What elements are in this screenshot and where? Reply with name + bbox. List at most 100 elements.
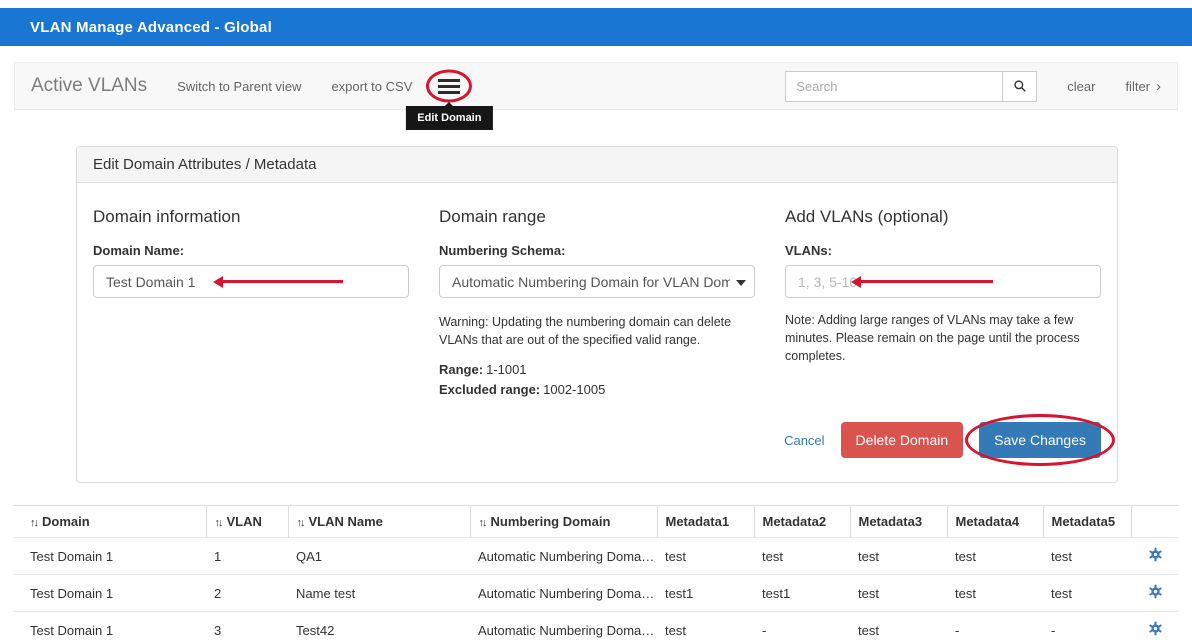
gear-icon	[1148, 547, 1163, 562]
cancel-link[interactable]: Cancel	[784, 433, 824, 448]
domain-information-section: Domain information Domain Name:	[93, 201, 409, 402]
cell-vlan: 1	[206, 538, 288, 575]
panel-actions: Cancel Delete Domain Save Changes	[93, 422, 1101, 458]
row-settings-button[interactable]	[1148, 621, 1163, 636]
domain-name-input[interactable]	[93, 265, 409, 298]
vlans-note-text: Note: Adding large ranges of VLANs may t…	[785, 311, 1090, 365]
header-metadata1: Metadata1	[657, 506, 754, 538]
header-vlan[interactable]: ↑↓VLAN	[206, 506, 288, 538]
cell-metadata1: test1	[657, 575, 754, 612]
cell-metadata4: test	[947, 538, 1043, 575]
cell-metadata5: test	[1043, 575, 1131, 612]
cell-vlan: 3	[206, 612, 288, 643]
panel-title: Edit Domain Attributes / Metadata	[77, 147, 1117, 183]
header-vlan-name[interactable]: ↑↓VLAN Name	[288, 506, 470, 538]
header-domain[interactable]: ↑↓Domain	[14, 506, 206, 538]
cell-metadata3: test	[850, 575, 947, 612]
cell-vlan-name: Test42	[288, 612, 470, 643]
cell-metadata5: -	[1043, 612, 1131, 643]
excluded-range-value: 1002-1005	[543, 382, 605, 397]
chevron-right-icon: ›	[1156, 79, 1161, 94]
cell-vlan-name: QA1	[288, 538, 470, 575]
cell-metadata4: -	[947, 612, 1043, 643]
save-changes-button[interactable]: Save Changes	[979, 422, 1101, 458]
cell-metadata1: test	[657, 612, 754, 643]
page: VLAN Manage Advanced - Global Active VLA…	[0, 0, 1192, 643]
header-actions	[1131, 506, 1178, 538]
cell-metadata4: test	[947, 575, 1043, 612]
add-vlans-heading: Add VLANs (optional)	[785, 207, 1101, 227]
export-csv-link[interactable]: export to CSV	[331, 79, 412, 94]
cell-vlan: 2	[206, 575, 288, 612]
delete-domain-button[interactable]: Delete Domain	[841, 422, 964, 458]
cell-metadata1: test	[657, 538, 754, 575]
numbering-schema-label: Numbering Schema:	[439, 243, 755, 258]
cell-metadata2: test1	[754, 575, 850, 612]
vlan-table: ↑↓Domain ↑↓VLAN ↑↓VLAN Name ↑↓Numbering …	[14, 505, 1178, 643]
edit-domain-menu-button[interactable]: Edit Domain	[438, 79, 460, 94]
row-settings-button[interactable]	[1148, 547, 1163, 562]
hamburger-icon	[438, 79, 460, 94]
search-button[interactable]	[1003, 71, 1037, 102]
vlans-label: VLANs:	[785, 243, 1101, 258]
header-metadata3: Metadata3	[850, 506, 947, 538]
gear-icon	[1148, 621, 1163, 636]
cell-metadata3: test	[850, 612, 947, 643]
sort-icon: ↑↓	[297, 517, 304, 529]
excluded-range-label: Excluded range:	[439, 382, 540, 397]
header-numbering-domain[interactable]: ↑↓Numbering Domain	[470, 506, 657, 538]
cell-metadata2: test	[754, 538, 850, 575]
clear-link[interactable]: clear	[1067, 79, 1095, 94]
excluded-range-line: Excluded range:1002-1005	[439, 382, 755, 397]
cell-numbering-domain: Automatic Numbering Doma…	[470, 612, 657, 643]
domain-name-label: Domain Name:	[93, 243, 409, 258]
panel-body: Domain information Domain Name: Domain r…	[77, 183, 1117, 482]
numbering-schema-select[interactable]: Automatic Numbering Domain for VLAN Doma	[439, 265, 755, 298]
cell-numbering-domain: Automatic Numbering Doma…	[470, 538, 657, 575]
domain-information-heading: Domain information	[93, 207, 409, 227]
edit-domain-tooltip: Edit Domain	[406, 106, 492, 130]
search-icon	[1013, 79, 1027, 93]
cell-numbering-domain: Automatic Numbering Doma…	[470, 575, 657, 612]
tooltip-label: Edit Domain	[417, 112, 481, 124]
numbering-warning-text: Warning: Updating the numbering domain c…	[439, 313, 755, 349]
cell-domain: Test Domain 1	[14, 538, 206, 575]
cell-vlan-name: Name test	[288, 575, 470, 612]
sort-icon: ↑↓	[215, 517, 222, 529]
filter-link[interactable]: filter ›	[1125, 79, 1161, 94]
table-header-row: ↑↓Domain ↑↓VLAN ↑↓VLAN Name ↑↓Numbering …	[14, 506, 1178, 538]
search-input[interactable]	[785, 71, 1003, 102]
table-row: Test Domain 1 2 Name test Automatic Numb…	[14, 575, 1178, 612]
search-group	[785, 71, 1037, 102]
sort-icon: ↑↓	[30, 517, 37, 529]
row-settings-button[interactable]	[1148, 584, 1163, 599]
edit-domain-panel: Edit Domain Attributes / Metadata Domain…	[76, 146, 1118, 483]
header-metadata5: Metadata5	[1043, 506, 1131, 538]
header-metadata2: Metadata2	[754, 506, 850, 538]
domain-range-heading: Domain range	[439, 207, 755, 227]
switch-parent-view-link[interactable]: Switch to Parent view	[177, 79, 301, 94]
cell-metadata2: -	[754, 612, 850, 643]
domain-range-section: Domain range Numbering Schema: Automatic…	[439, 201, 755, 402]
sort-icon: ↑↓	[479, 517, 486, 529]
numbering-schema-value: Automatic Numbering Domain for VLAN Doma	[452, 274, 730, 290]
range-line: Range:1-1001	[439, 362, 755, 377]
active-vlans-title: Active VLANs	[31, 75, 147, 97]
range-value: 1-1001	[486, 362, 526, 377]
toolbar: Active VLANs Switch to Parent view expor…	[14, 62, 1178, 110]
cell-domain: Test Domain 1	[14, 575, 206, 612]
cell-metadata5: test	[1043, 538, 1131, 575]
range-label: Range:	[439, 362, 483, 377]
filter-label: filter	[1125, 79, 1150, 94]
cell-domain: Test Domain 1	[14, 612, 206, 643]
add-vlans-section: Add VLANs (optional) VLANs: Note: Adding…	[785, 201, 1101, 402]
table-row: Test Domain 1 1 QA1 Automatic Numbering …	[14, 538, 1178, 575]
gear-icon	[1148, 584, 1163, 599]
cell-metadata3: test	[850, 538, 947, 575]
select-caret-icon	[736, 280, 746, 286]
table-row: Test Domain 1 3 Test42 Automatic Numberi…	[14, 612, 1178, 643]
header-metadata4: Metadata4	[947, 506, 1043, 538]
app-header: VLAN Manage Advanced - Global	[0, 8, 1192, 46]
page-title: VLAN Manage Advanced - Global	[30, 19, 272, 36]
vlans-input[interactable]	[785, 265, 1101, 298]
